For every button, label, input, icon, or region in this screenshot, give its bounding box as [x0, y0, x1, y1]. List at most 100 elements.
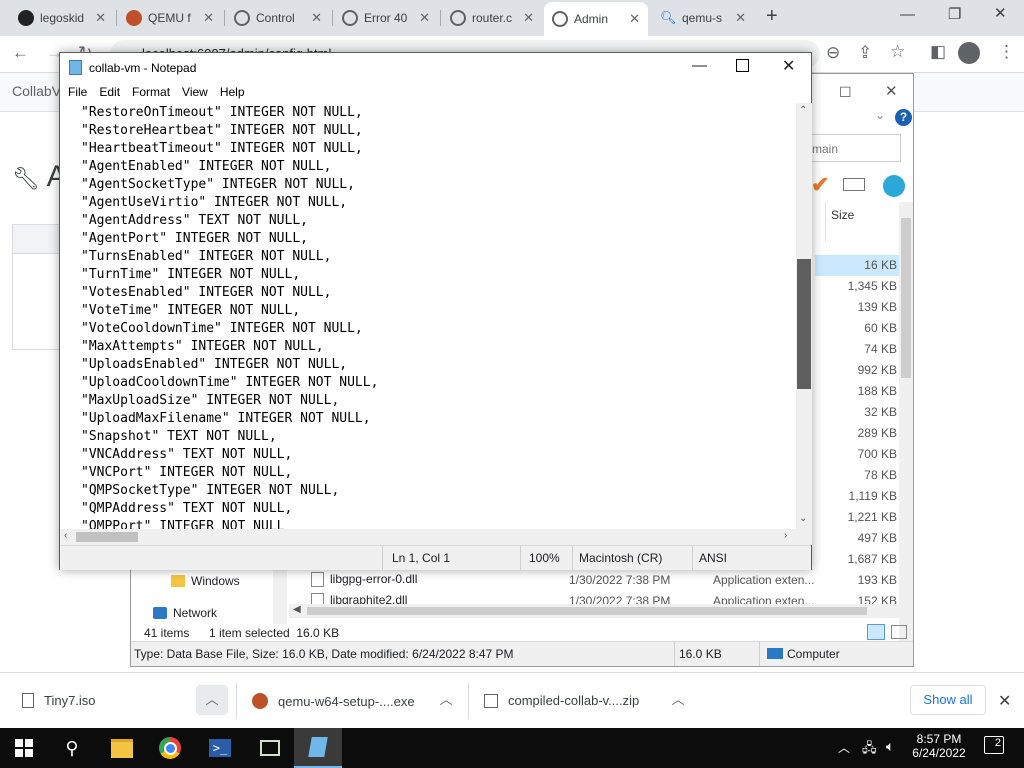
volume-icon[interactable]: 🔈︎ [886, 738, 894, 755]
text-editor-area[interactable]: "RestoreOnTimeout" INTEGER NOT NULL, "Res… [60, 103, 796, 579]
notification-center-icon[interactable]: 2 [984, 736, 1004, 754]
code-line: "VNCAddress" TEXT NOT NULL, [81, 447, 293, 462]
bookmark-star-icon[interactable]: ☆ [890, 42, 905, 62]
chevron-up-icon[interactable]: ︿ [838, 739, 850, 756]
globe-app-icon[interactable] [883, 175, 905, 197]
code-line: "Snapshot" TEXT NOT NULL, [81, 429, 277, 444]
close-icon[interactable]: ✕ [419, 10, 430, 26]
file-explorer-icon[interactable] [98, 728, 146, 768]
scroll-thumb[interactable] [797, 259, 811, 389]
back-icon[interactable]: ← [12, 43, 29, 63]
horizontal-scrollbar[interactable]: ‹ › [60, 529, 796, 545]
editor-app-icon[interactable] [246, 728, 294, 768]
size-cell: 1,221 KB [847, 510, 897, 524]
size-cell: 60 KB [864, 321, 897, 335]
computer-icon [767, 648, 783, 659]
powershell-icon[interactable]: >_ [196, 728, 244, 768]
zip-icon [484, 693, 498, 708]
tab-qemu[interactable]: QEMU f ✕ [118, 4, 222, 32]
close-icon[interactable]: ✕ [203, 10, 214, 26]
help-icon[interactable]: ? [895, 109, 912, 126]
code-line: "UploadsEnabled" INTEGER NOT NULL, [81, 357, 348, 372]
tab-legoskid[interactable]: legoskid ✕ [10, 4, 114, 32]
size-cell: 1,687 KB [847, 552, 897, 566]
tab-control[interactable]: Control ✕ [226, 4, 330, 32]
menu-view[interactable]: View [176, 83, 214, 103]
close-icon[interactable]: ✕ [95, 10, 106, 26]
scroll-down-icon[interactable]: ⌄ [799, 513, 807, 524]
chevron-down-icon[interactable]: ⌄ [875, 108, 885, 122]
horizontal-scrollbar[interactable]: ◀ [289, 604, 899, 618]
size-cell: 78 KB [864, 468, 897, 482]
tiles-view-icon[interactable] [891, 625, 907, 639]
new-tab-button[interactable]: + [766, 5, 778, 28]
notepad-taskbar-icon[interactable] [294, 728, 342, 768]
checkmark-icon[interactable]: ✔ [811, 172, 829, 198]
size-cell: 700 KB [857, 447, 897, 461]
clock[interactable]: 8:57 PM 6/24/2022 [912, 732, 966, 760]
chevron-up-icon[interactable]: ︿ [430, 685, 462, 715]
scroll-right-icon[interactable]: › [784, 530, 787, 541]
maximize-icon[interactable] [736, 59, 749, 72]
close-icon[interactable]: ✕ [629, 11, 640, 27]
menu-help[interactable]: Help [214, 83, 251, 103]
close-window-icon[interactable]: ✕ [994, 4, 1007, 22]
close-icon[interactable]: ✕ [885, 82, 898, 100]
download-item[interactable]: qemu-w64-setup-....exe [252, 693, 415, 709]
share-icon[interactable]: ⇪ [858, 43, 872, 63]
search-input[interactable]: main [809, 134, 901, 162]
side-panel-icon[interactable]: ◧ [930, 42, 946, 62]
menu-kebab-icon[interactable]: ⋮ [998, 42, 1015, 62]
tab-admin[interactable]: Admin ✕ [544, 2, 648, 36]
maximize-icon[interactable]: ☐ [839, 84, 852, 101]
tab-router[interactable]: router.c ✕ [442, 4, 542, 32]
scroll-left-icon[interactable]: ‹ [64, 530, 67, 541]
code-line: "UploadCooldownTime" INTEGER NOT NULL, [81, 375, 379, 390]
tab-qemu-search[interactable]: 🔍︎ qemu-s ✕ [652, 4, 754, 32]
code-line: "AgentUseVirtio" INTEGER NOT NULL, [81, 195, 348, 210]
code-line: "VNCPort" INTEGER NOT NULL, [81, 465, 293, 480]
code-line: "AgentPort" INTEGER NOT NULL, [81, 231, 308, 246]
network-icon [153, 607, 167, 619]
globe-icon [342, 10, 358, 26]
details-view-icon[interactable] [867, 624, 885, 640]
scroll-left-icon[interactable]: ◀ [293, 604, 301, 615]
close-icon[interactable]: ✕ [523, 10, 534, 26]
download-item[interactable]: compiled-collab-v....zip [484, 693, 639, 708]
search-icon[interactable]: ⚲ [48, 728, 96, 768]
code-line: "VoteTime" INTEGER NOT NULL, [81, 303, 301, 318]
chevron-up-icon[interactable]: ︿ [196, 685, 228, 715]
code-line: "MaxAttempts" INTEGER NOT NULL, [81, 339, 324, 354]
network-tray-icon[interactable]: 🖧︎ [862, 739, 877, 761]
nav-item-network[interactable]: Network [153, 606, 217, 620]
scroll-up-icon[interactable]: ⌃ [799, 105, 807, 116]
column-header-size[interactable]: Size [831, 208, 854, 222]
notepad-title-bar[interactable]: collab-vm - Notepad — ✕ [60, 53, 811, 83]
chrome-icon[interactable] [146, 728, 194, 768]
minimize-icon[interactable]: — [692, 57, 707, 74]
menu-edit[interactable]: Edit [93, 83, 126, 103]
preview-pane-icon[interactable] [843, 178, 865, 191]
code-line: "TurnTime" INTEGER NOT NULL, [81, 267, 301, 282]
avatar[interactable] [958, 42, 980, 64]
minimize-icon[interactable]: — [900, 6, 915, 23]
code-line: "VoteCooldownTime" INTEGER NOT NULL, [81, 321, 363, 336]
menu-file[interactable]: File [60, 83, 93, 103]
wrench-icon: 🔧︎ [12, 166, 40, 191]
show-all-button[interactable]: Show all [910, 685, 986, 715]
explorer-scrollbar[interactable] [899, 202, 913, 666]
tab-error[interactable]: Error 40 ✕ [334, 4, 438, 32]
zoom-icon[interactable]: ⊖ [826, 43, 840, 63]
close-icon[interactable]: ✕ [998, 691, 1011, 711]
scroll-thumb[interactable] [76, 532, 138, 542]
close-icon[interactable]: ✕ [782, 56, 795, 76]
close-icon[interactable]: ✕ [735, 10, 746, 26]
chevron-up-icon[interactable]: ︿ [662, 685, 694, 715]
menu-format[interactable]: Format [126, 83, 176, 103]
restore-icon[interactable]: ❐ [948, 5, 961, 23]
download-item[interactable]: Tiny7.iso [22, 693, 96, 708]
vertical-scrollbar[interactable]: ⌃ ⌄ [796, 103, 812, 529]
close-icon[interactable]: ✕ [311, 10, 322, 26]
code-line: "QMPSocketType" INTEGER NOT NULL, [81, 483, 340, 498]
start-button[interactable] [0, 728, 48, 768]
